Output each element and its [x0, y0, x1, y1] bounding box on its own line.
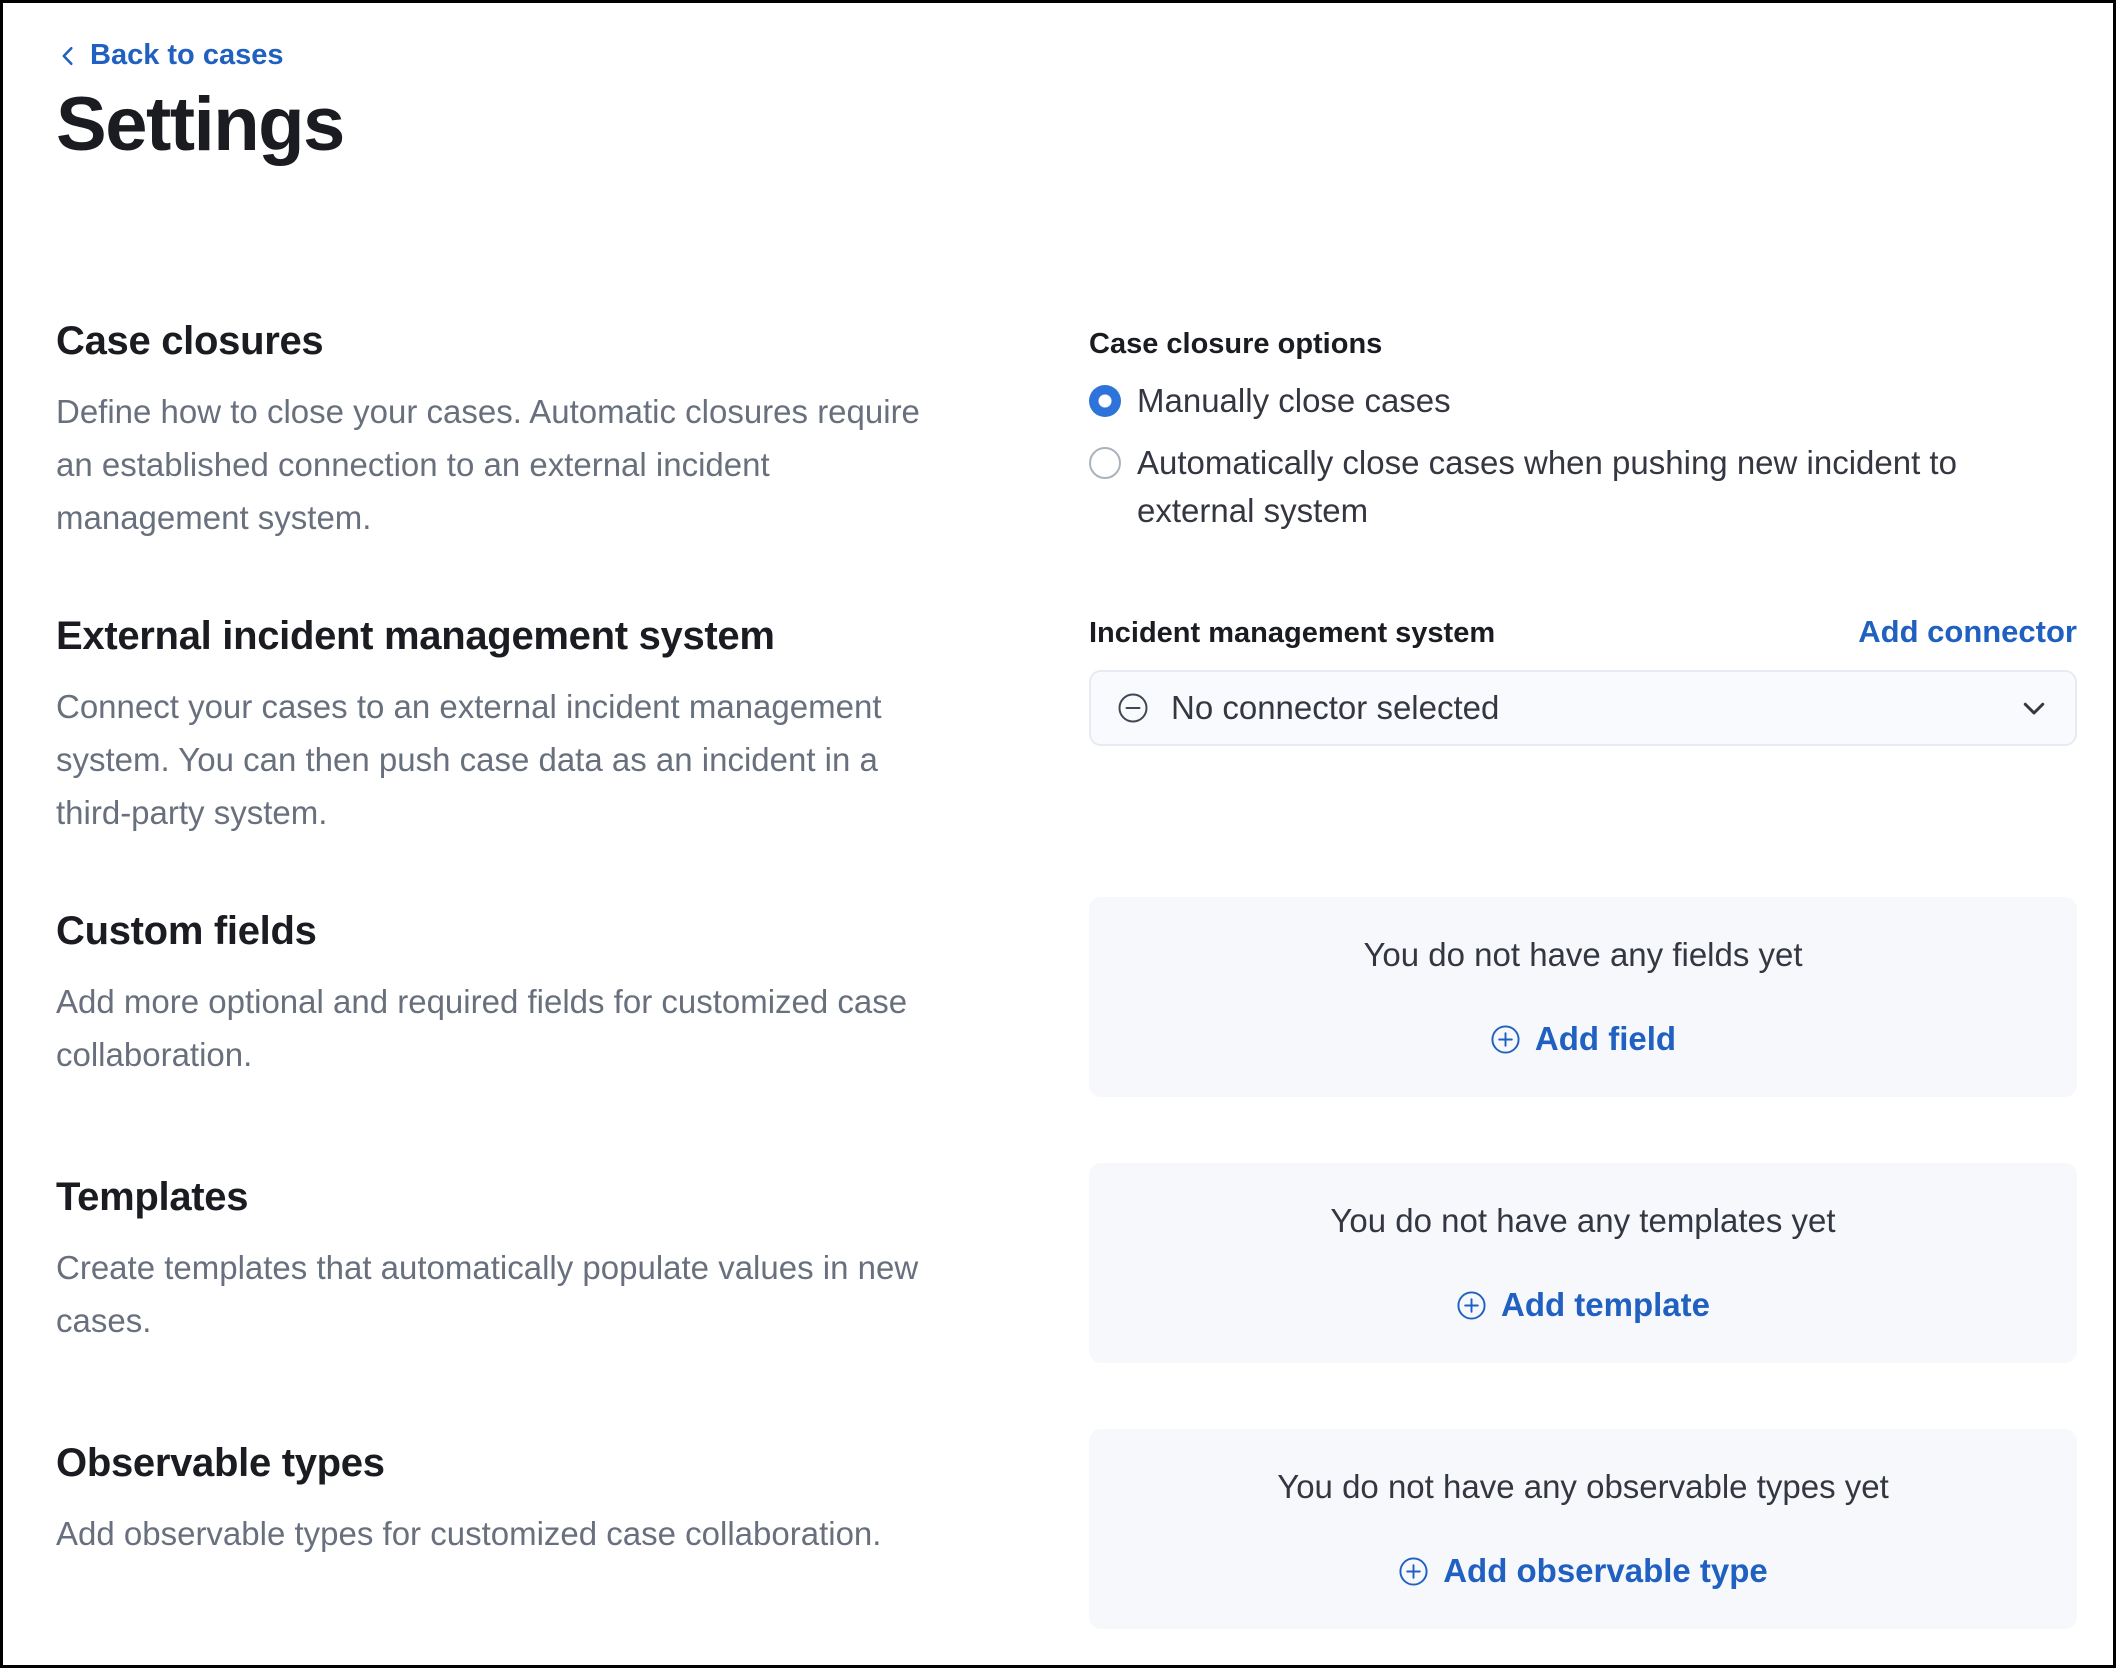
custom-fields-heading: Custom fields: [56, 909, 317, 953]
radio-manually-close-cases[interactable]: Manually close cases: [1089, 377, 2077, 425]
plus-circle-icon: [1456, 1290, 1487, 1321]
add-field-button[interactable]: Add field: [1490, 1020, 1676, 1058]
chevron-left-icon: [56, 44, 80, 68]
connector-select[interactable]: No connector selected: [1089, 670, 2077, 746]
custom-fields-description: Add more optional and required fields fo…: [56, 983, 908, 1073]
incident-management-field: Incident management system Add connector…: [1089, 614, 2077, 839]
radio-selected-icon[interactable]: [1089, 385, 1121, 417]
observable-types-description: Add observable types for customized case…: [56, 1515, 882, 1552]
observable-types-empty-message: You do not have any observable types yet: [1277, 1468, 1889, 1505]
external-system-heading: External incident management system: [56, 614, 775, 658]
case-closures-intro: Case closures Define how to close your c…: [56, 319, 1044, 544]
incident-management-label-row: Incident management system Add connector: [1089, 614, 2077, 652]
radio-label: Manually close cases: [1137, 382, 1451, 419]
templates-panel-wrap: You do not have any templates yet Add te…: [1089, 1163, 2077, 1363]
section-templates: Templates Create templates that automati…: [56, 1163, 2077, 1363]
templates-description: Create templates that automatically popu…: [56, 1249, 919, 1339]
radio-label: Automatically close cases when pushing n…: [1137, 444, 1957, 529]
external-system-intro: External incident management system Conn…: [56, 614, 1044, 839]
custom-fields-panel-wrap: You do not have any fields yet Add field: [1089, 897, 2077, 1097]
back-to-cases-link[interactable]: Back to cases: [56, 37, 283, 73]
custom-fields-empty-message: You do not have any fields yet: [1363, 936, 1803, 973]
custom-fields-empty-panel: You do not have any fields yet Add field: [1089, 897, 2077, 1097]
case-closure-options-label: Case closure options: [1089, 328, 1383, 360]
section-custom-fields: Custom fields Add more optional and requ…: [56, 897, 2077, 1097]
observable-types-intro: Observable types Add observable types fo…: [56, 1429, 1044, 1629]
case-closures-heading: Case closures: [56, 319, 324, 363]
page-title: Settings: [56, 82, 345, 167]
section-observable-types: Observable types Add observable types fo…: [56, 1429, 2077, 1629]
cases-settings-page: { "header": { "back_label": "Back to cas…: [0, 0, 2116, 1668]
incident-management-system-label: Incident management system: [1089, 617, 1496, 649]
templates-intro: Templates Create templates that automati…: [56, 1163, 1044, 1363]
add-template-button[interactable]: Add template: [1456, 1286, 1710, 1324]
settings-container: Back to cases Settings Case closures Def…: [3, 3, 2113, 1665]
plus-circle-icon: [1398, 1556, 1429, 1587]
add-observable-type-button[interactable]: Add observable type: [1398, 1552, 1768, 1590]
case-closures-description: Define how to close your cases. Automati…: [56, 393, 920, 536]
section-external-incident-system: External incident management system Conn…: [56, 614, 2077, 839]
connector-select-value: No connector selected: [1171, 689, 1500, 726]
add-connector-link[interactable]: Add connector: [1858, 614, 2077, 650]
templates-empty-message: You do not have any templates yet: [1330, 1202, 1836, 1239]
settings-sections: Case closures Define how to close your c…: [56, 319, 2077, 1629]
back-link-label: Back to cases: [90, 39, 284, 71]
templates-heading: Templates: [56, 1175, 249, 1219]
radio-automatically-close-cases[interactable]: Automatically close cases when pushing n…: [1089, 439, 2077, 535]
add-observable-type-label: Add observable type: [1443, 1552, 1768, 1589]
templates-empty-panel: You do not have any templates yet Add te…: [1089, 1163, 2077, 1363]
plus-circle-icon: [1490, 1024, 1521, 1055]
external-system-description: Connect your cases to an external incide…: [56, 688, 882, 831]
add-field-label: Add field: [1534, 1020, 1677, 1057]
observable-types-panel-wrap: You do not have any observable types yet…: [1089, 1429, 2077, 1629]
radio-unselected-icon[interactable]: [1089, 447, 1121, 479]
section-case-closures: Case closures Define how to close your c…: [56, 319, 2077, 544]
case-closure-options-group: Case closure options Manually close case…: [1089, 319, 2077, 544]
chevron-down-icon: [2019, 693, 2049, 723]
custom-fields-intro: Custom fields Add more optional and requ…: [56, 897, 1044, 1097]
observable-types-empty-panel: You do not have any observable types yet…: [1089, 1429, 2077, 1629]
minus-circle-icon: [1117, 692, 1149, 724]
add-template-label: Add template: [1500, 1286, 1711, 1323]
observable-types-heading: Observable types: [56, 1441, 385, 1485]
